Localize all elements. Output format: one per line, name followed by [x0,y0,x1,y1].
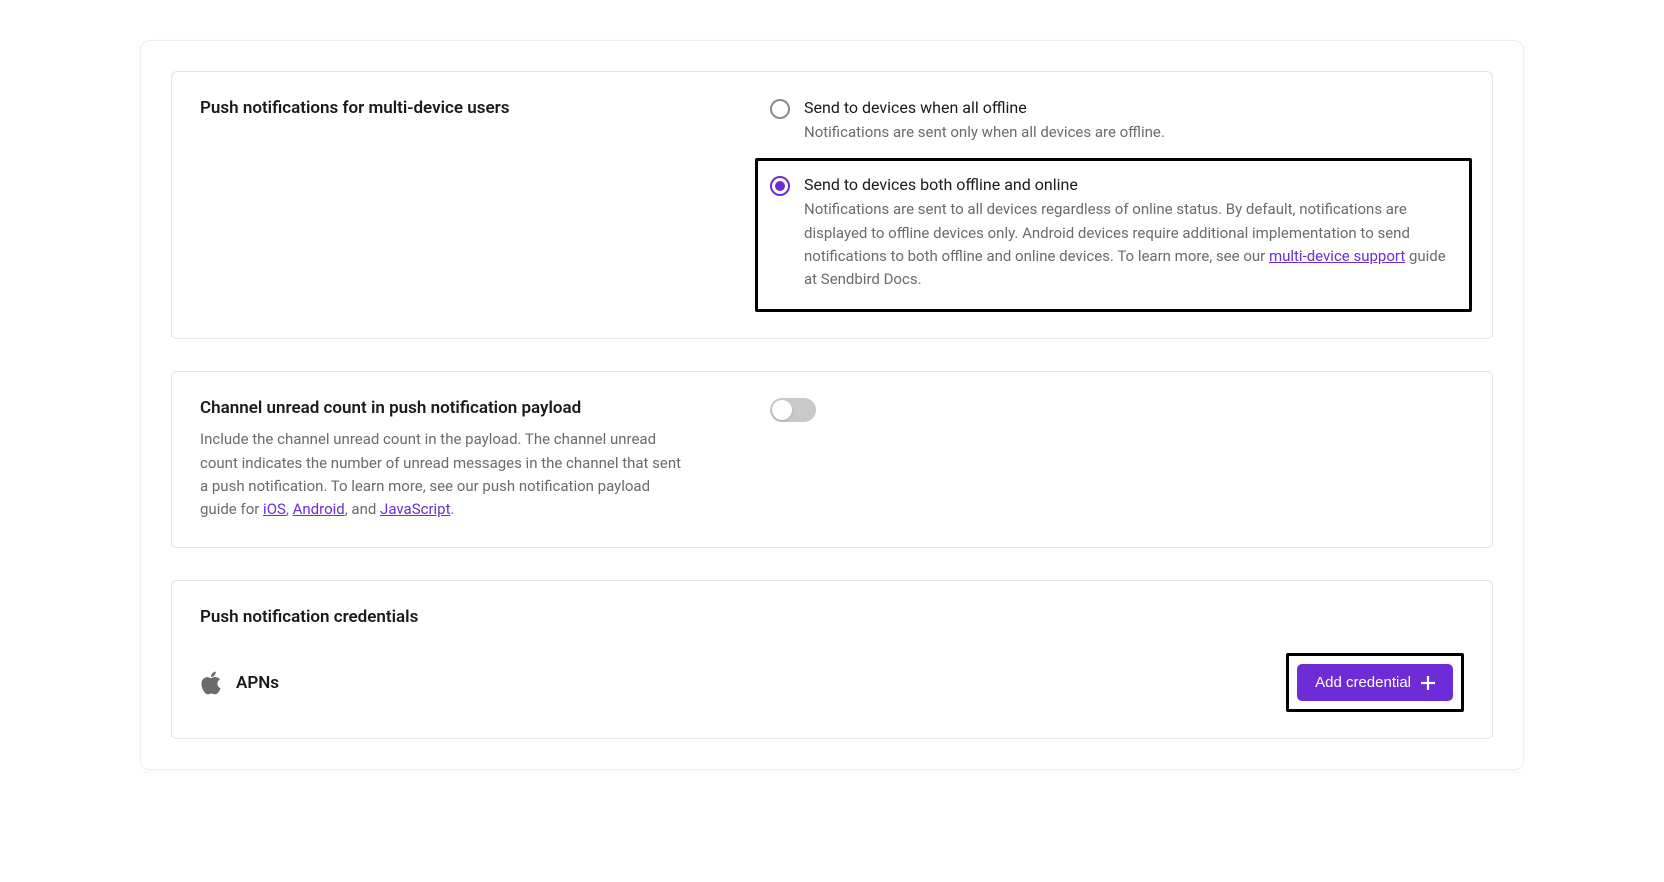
plus-icon [1421,676,1435,690]
multi-device-radio-group: Send to devices when all offline Notific… [770,98,1464,312]
toggle-knob [772,400,792,420]
add-credential-label: Add credential [1315,674,1411,691]
apns-row: APNs Add credential [200,653,1464,712]
multi-device-section: Push notifications for multi-device user… [171,71,1493,339]
multi-device-title: Push notifications for multi-device user… [200,98,690,118]
settings-panel: Push notifications for multi-device user… [140,40,1524,770]
apple-icon [200,670,222,696]
credentials-title: Push notification credentials [200,607,1464,627]
radio-label: Send to devices when all offline [804,98,1464,117]
javascript-link[interactable]: JavaScript [380,500,450,518]
radio-option-all-offline[interactable]: Send to devices when all offline Notific… [770,98,1464,144]
desc-sep: , and [345,500,380,518]
add-credential-button[interactable]: Add credential [1297,664,1453,701]
unread-count-section: Channel unread count in push notificatio… [171,371,1493,548]
apns-label: APNs [236,673,279,693]
unread-count-toggle[interactable] [770,398,816,422]
radio-option-both[interactable]: Send to devices both offline and online … [755,158,1472,312]
radio-icon[interactable] [770,99,790,119]
credentials-section: Push notification credentials APNs Add c… [171,580,1493,739]
unread-count-title: Channel unread count in push notificatio… [200,398,690,418]
desc-sep: , [286,500,293,518]
ios-link[interactable]: iOS [263,500,286,518]
radio-icon[interactable] [770,176,790,196]
unread-count-desc: Include the channel unread count in the … [200,428,690,521]
radio-desc: Notifications are sent to all devices re… [804,198,1457,291]
desc-post: . [451,500,455,518]
radio-desc: Notifications are sent only when all dev… [804,121,1464,144]
multi-device-support-link[interactable]: multi-device support [1269,247,1405,265]
android-link[interactable]: Android [293,500,345,518]
radio-label: Send to devices both offline and online [804,175,1457,194]
add-credential-highlight: Add credential [1286,653,1464,712]
